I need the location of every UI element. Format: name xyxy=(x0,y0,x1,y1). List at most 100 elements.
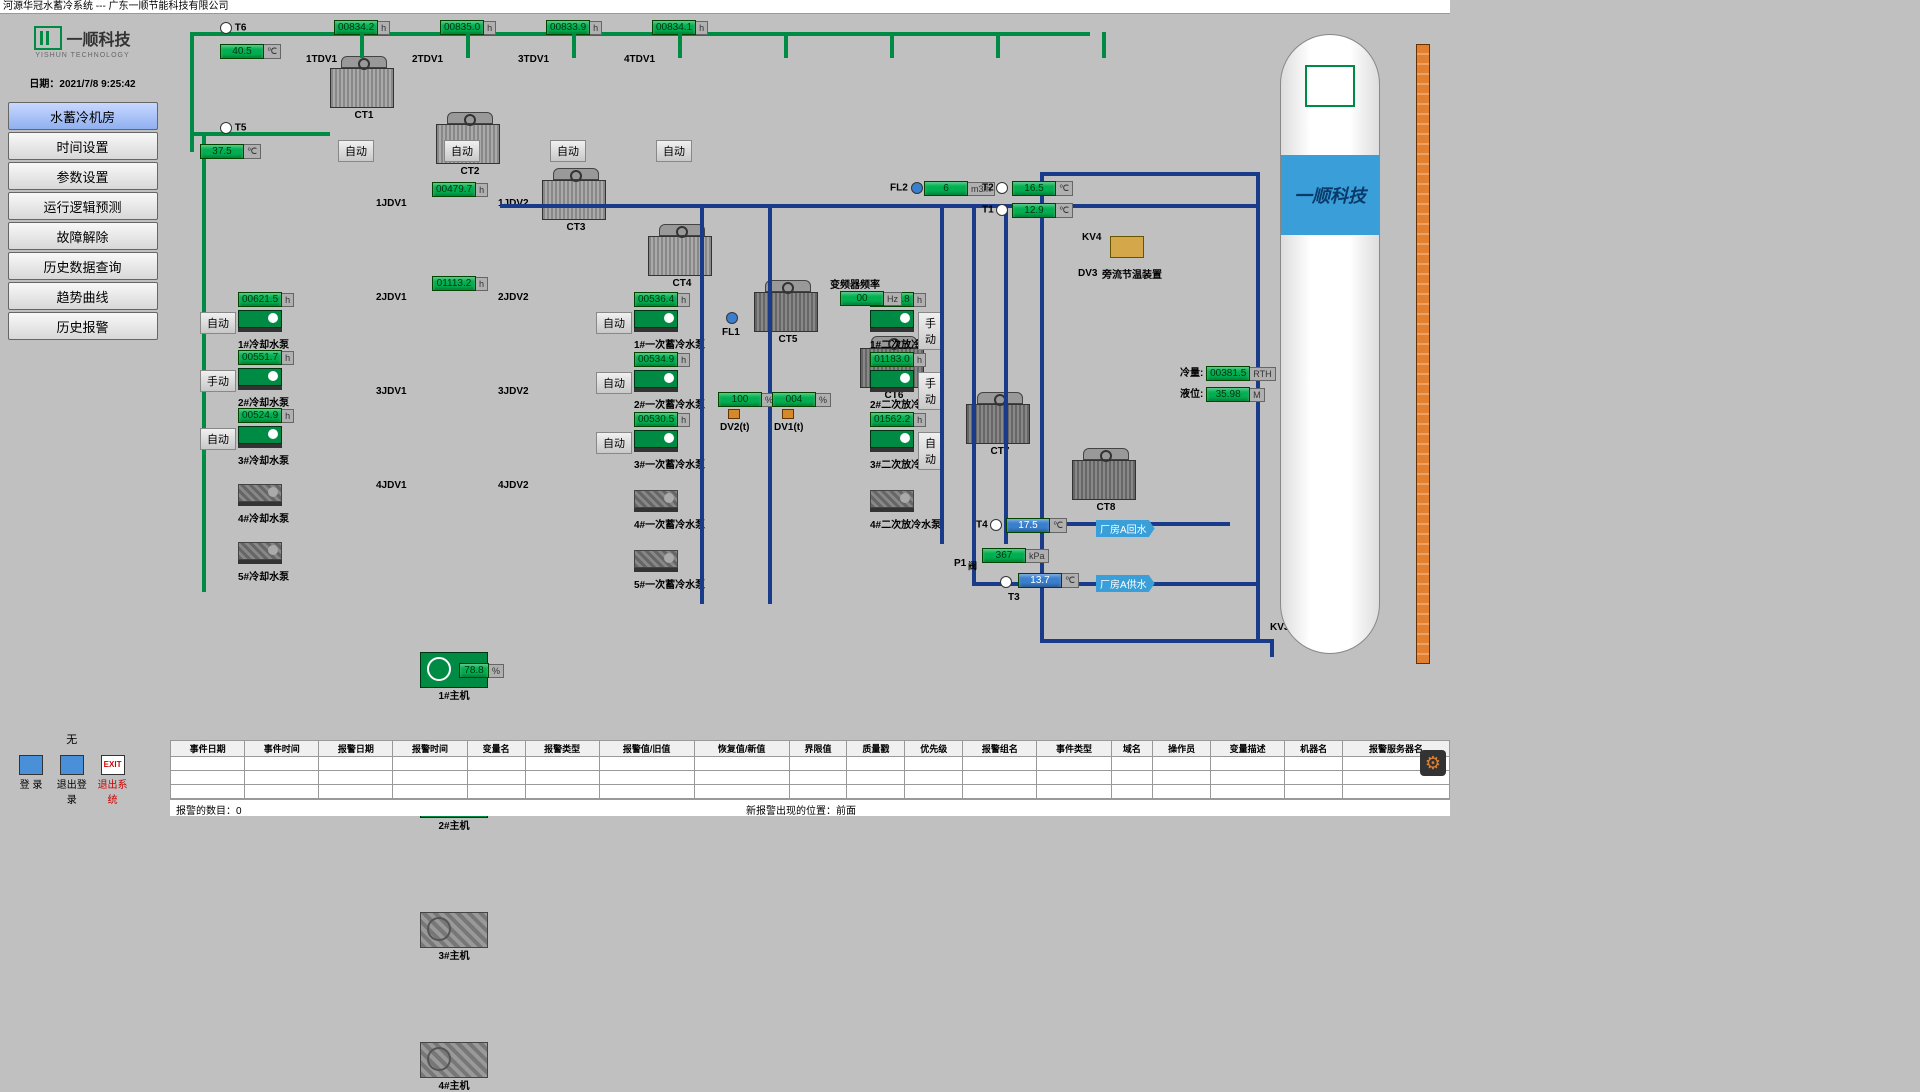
pump-mode-button[interactable]: 自动 xyxy=(596,372,632,394)
grid-cell xyxy=(1285,757,1343,771)
grid-header: 变量描述 xyxy=(1211,741,1285,757)
footer-controls: 无 登 录 退出登录 EXIT退出系统 xyxy=(12,731,132,806)
nav-5[interactable]: 历史数据查询 xyxy=(8,252,158,280)
t1-label: T1 xyxy=(982,205,994,216)
fl2-label: FL2 xyxy=(890,183,908,194)
nav-0[interactable]: 水蓄冷机房 xyxy=(8,102,158,130)
pump[interactable] xyxy=(634,310,678,334)
grid-cell xyxy=(1211,785,1285,799)
dv3-label: DV3 xyxy=(1078,268,1097,279)
login-button[interactable]: 登 录 xyxy=(12,755,50,791)
grid-header: 恢复值/新值 xyxy=(694,741,789,757)
nav-1[interactable]: 时间设置 xyxy=(8,132,158,160)
grid-cell xyxy=(393,757,467,771)
readout-t3: 13.7℃ xyxy=(1018,573,1079,588)
grid-cell xyxy=(171,771,245,785)
cooling-tower-CT1[interactable]: CT1 xyxy=(330,56,398,112)
pump[interactable] xyxy=(634,430,678,454)
cooling-tower-CT7[interactable]: CT7 xyxy=(966,392,1034,448)
pump[interactable] xyxy=(870,310,914,334)
logout-button[interactable]: 退出登录 xyxy=(53,755,91,806)
pump-mode-button[interactable]: 自动 xyxy=(200,312,236,334)
jdv-label: 2JDV2 xyxy=(498,292,529,303)
grid-cell xyxy=(1343,785,1450,799)
pump[interactable] xyxy=(238,310,282,334)
chiller-1[interactable]: 1#主机78.8% xyxy=(420,652,488,688)
readout-dv2: 100% xyxy=(718,392,777,407)
pump[interactable] xyxy=(634,490,678,514)
pump[interactable] xyxy=(238,542,282,566)
grid-cell xyxy=(171,785,245,799)
nav-3[interactable]: 运行逻辑预测 xyxy=(8,192,158,220)
bypass-label: 旁流节温装置 xyxy=(1102,266,1162,281)
pump[interactable] xyxy=(634,550,678,574)
tank-logo-icon xyxy=(1305,65,1355,107)
ct1-mode-button[interactable]: 自动 xyxy=(338,140,374,162)
cooling-tower-CT4[interactable]: CT4 xyxy=(648,224,716,280)
grid-cell xyxy=(319,771,393,785)
flow-sensor-icon xyxy=(726,312,738,324)
readout-pump-hours: 00530.5h xyxy=(634,412,690,427)
pump-mode-button[interactable]: 自动 xyxy=(596,432,632,454)
nav-7[interactable]: 历史报警 xyxy=(8,312,158,340)
pump-label: 3#一次蓄冷水泵 xyxy=(634,456,705,471)
pump[interactable] xyxy=(870,370,914,394)
readout-p1: 367kPa xyxy=(982,548,1049,563)
grid-cell xyxy=(319,757,393,771)
left-panel: 一顺科技 YISHUN TECHNOLOGY 日期：2021/7/8 9:25:… xyxy=(0,17,165,342)
pump[interactable] xyxy=(238,368,282,392)
pump[interactable] xyxy=(634,370,678,394)
nav-6[interactable]: 趋势曲线 xyxy=(8,282,158,310)
readout-t6: 40.5℃ xyxy=(220,44,281,59)
p1-gate-label: 阀 xyxy=(968,559,977,572)
alarm-table[interactable]: 事件日期事件时间报警日期报警时间变量名报警类型报警值/旧值恢复值/新值界限值质量… xyxy=(170,740,1450,799)
nav-2[interactable]: 参数设置 xyxy=(8,162,158,190)
pump[interactable] xyxy=(870,490,914,514)
grid-header: 报警类型 xyxy=(525,741,599,757)
fl1-label: FL1 xyxy=(722,327,740,338)
chiller-4[interactable]: 4#主机 xyxy=(420,1042,488,1078)
ct3-mode-button[interactable]: 自动 xyxy=(550,140,586,162)
pump-mode-button[interactable]: 手动 xyxy=(200,370,236,392)
pump-label: 3#冷却水泵 xyxy=(238,452,289,467)
grid-cell xyxy=(1111,785,1153,799)
vfd-label: 变频器频率 xyxy=(830,276,880,291)
sensor-icon xyxy=(220,122,232,134)
chiller-3[interactable]: 3#主机 xyxy=(420,912,488,948)
alarm-grid: 事件日期事件时间报警日期报警时间变量名报警类型报警值/旧值恢复值/新值界限值质量… xyxy=(170,740,1450,816)
grid-cell xyxy=(467,785,525,799)
readout-t1: 12.9℃ xyxy=(1012,203,1073,218)
cooling-tower-CT5[interactable]: CT5 xyxy=(754,280,822,336)
nav-4[interactable]: 故障解除 xyxy=(8,222,158,250)
grid-cell xyxy=(599,771,694,785)
cooling-tower-CT3[interactable]: CT3 xyxy=(542,168,610,224)
grid-cell xyxy=(467,771,525,785)
pump[interactable] xyxy=(238,484,282,508)
pump-mode-button[interactable]: 自动 xyxy=(200,428,236,450)
grid-cell xyxy=(905,785,963,799)
exit-button[interactable]: EXIT退出系统 xyxy=(94,755,132,806)
cooling-tower-CT8[interactable]: CT8 xyxy=(1072,448,1140,504)
readout-chiller2-hours: 01113.2h xyxy=(432,276,488,291)
pump[interactable] xyxy=(870,430,914,454)
jdv-label: 4JDV2 xyxy=(498,480,529,491)
grid-header: 变量名 xyxy=(467,741,525,757)
grid-cell xyxy=(1285,785,1343,799)
pump-mode-button[interactable]: 自动 xyxy=(596,312,632,334)
pump-label: 2#冷却水泵 xyxy=(238,394,289,409)
pump[interactable] xyxy=(238,426,282,450)
ct4-mode-button[interactable]: 自动 xyxy=(656,140,692,162)
grid-cell xyxy=(963,757,1037,771)
grid-cell xyxy=(1153,757,1211,771)
grid-cell xyxy=(847,771,905,785)
brand-logo: 一顺科技 YISHUN TECHNOLOGY xyxy=(0,17,165,67)
grid-cell xyxy=(1285,771,1343,785)
grid-cell xyxy=(525,757,599,771)
grid-header: 操作员 xyxy=(1153,741,1211,757)
ct2-mode-button[interactable]: 自动 xyxy=(444,140,480,162)
settings-gear-icon[interactable] xyxy=(1420,750,1446,776)
dv1-label: DV1(t) xyxy=(774,422,803,433)
grid-cell xyxy=(847,785,905,799)
grid-cell xyxy=(1211,771,1285,785)
grid-header: 报警组名 xyxy=(963,741,1037,757)
